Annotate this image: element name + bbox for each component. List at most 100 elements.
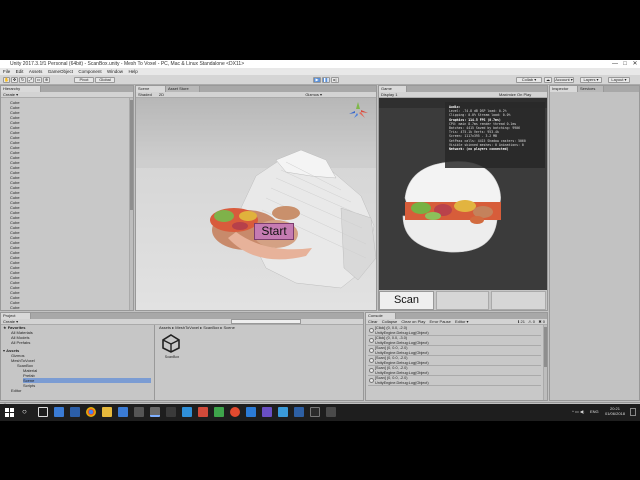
move-tool-icon[interactable]: ✥ xyxy=(11,77,18,83)
console-panel: Console Clear Collapse Clear on Play Err… xyxy=(365,312,548,401)
mail-icon[interactable] xyxy=(118,407,128,417)
maximize-button[interactable]: □ xyxy=(620,60,630,68)
display-dropdown[interactable]: Display 1 xyxy=(381,92,397,97)
menu-edit[interactable]: Edit xyxy=(16,69,24,74)
console-scrollbar[interactable] xyxy=(543,325,547,400)
tree-item-editor[interactable]: Editor xyxy=(11,388,21,393)
clock-date: 01/06/2018 xyxy=(604,411,626,416)
title-bar: Unity 2017.3.1f1 Personal (64bit) - Scan… xyxy=(0,60,640,68)
favorites-item-prefabs[interactable]: All Prefabs xyxy=(11,340,30,345)
cloud-icon[interactable]: ☁ xyxy=(544,77,552,83)
notifications-icon[interactable] xyxy=(630,408,636,416)
pivot-toggle[interactable]: Pivot xyxy=(74,77,94,83)
language-indicator[interactable]: ENG xyxy=(590,409,599,414)
info-icon xyxy=(369,328,374,333)
menu-component[interactable]: Component xyxy=(78,69,101,74)
unity-editor-window: Unity 2017.3.1f1 Personal (64bit) - Scan… xyxy=(0,60,640,421)
chrome-icon[interactable] xyxy=(86,407,96,417)
layout-dropdown[interactable]: Layout ▾ xyxy=(608,77,630,83)
console-warning-count[interactable]: ⚠ 0 xyxy=(528,319,535,325)
unity-taskbar-icon[interactable] xyxy=(150,407,160,417)
store-icon[interactable] xyxy=(182,407,192,417)
game-ui-button-3[interactable] xyxy=(491,291,546,310)
hierarchy-scrollbar[interactable] xyxy=(129,98,133,310)
windows-start-icon[interactable] xyxy=(5,408,15,418)
step-button-icon[interactable]: ▸| xyxy=(331,77,339,83)
app-icon-green[interactable] xyxy=(214,407,224,417)
calculator-icon[interactable] xyxy=(134,407,144,417)
app-icon-blue[interactable] xyxy=(246,407,256,417)
hierarchy-panel: Hierarchy Create ▾ Cube Cube Cube Cube Cube C… xyxy=(0,85,134,311)
tab-services[interactable]: Services xyxy=(578,86,604,92)
scene-viewport[interactable]: Start xyxy=(136,98,376,310)
orientation-gizmo-icon[interactable] xyxy=(346,100,370,122)
info-icon xyxy=(369,368,374,373)
menu-assets[interactable]: Assets xyxy=(29,69,43,74)
minimize-button[interactable]: — xyxy=(610,60,620,68)
scene-panel: Scene Asset Store Shaded 2D Gizmos ▾ Sta… xyxy=(135,85,377,311)
visual-studio-icon[interactable] xyxy=(262,407,272,417)
game-viewport[interactable]: Audio: Level: -74.8 dB DSP load: 0.2% Cl… xyxy=(379,98,547,310)
hierarchy-item[interactable]: Cube xyxy=(10,310,20,311)
scale-tool-icon[interactable]: ⤢ xyxy=(27,77,34,83)
console-row[interactable]: [Click] (0, 0.0, -3.0) UnityEngine.Debug:… xyxy=(368,336,541,346)
shading-mode-dropdown[interactable]: Shaded xyxy=(138,92,152,97)
clock[interactable]: 20:21 01/06/2018 xyxy=(604,406,626,416)
menu-window[interactable]: Window xyxy=(107,69,123,74)
terminal-icon[interactable] xyxy=(166,407,176,417)
pause-button-icon[interactable]: ❚❚ xyxy=(322,77,330,83)
console-row[interactable]: [Scan] (0, 0.0, -2.0) UnityEngine.Debug:L… xyxy=(368,356,541,366)
app-icon-red[interactable] xyxy=(198,407,208,417)
tab-inspector[interactable]: Inspector xyxy=(550,86,578,92)
tray-icons[interactable]: ^ ▭ ◀) xyxy=(572,409,584,414)
start-button[interactable]: Start xyxy=(254,223,294,240)
hand-tool-icon[interactable]: ✋ xyxy=(3,77,10,83)
assets-folder-icon: ▾ xyxy=(3,348,6,353)
console-clear-on-play-button[interactable]: Clear on Play xyxy=(401,319,425,324)
menu-bar: File Edit Assets GameObject Component Wi… xyxy=(0,68,640,75)
rect-tool-icon[interactable]: ▭ xyxy=(35,77,42,83)
hierarchy-create-button[interactable]: Create ▾ xyxy=(3,92,18,97)
edge-icon[interactable] xyxy=(54,407,64,417)
project-create-button[interactable]: Create ▾ xyxy=(3,319,18,324)
account-dropdown[interactable]: Account ▾ xyxy=(554,77,574,83)
layers-dropdown[interactable]: Layers ▾ xyxy=(580,77,602,83)
game-ui-button-2[interactable] xyxy=(436,291,489,310)
word-icon[interactable] xyxy=(294,407,304,417)
2d-toggle[interactable]: 2D xyxy=(159,92,164,97)
console-editor-dropdown[interactable]: Editor ▾ xyxy=(455,319,469,324)
file-explorer-icon[interactable] xyxy=(102,407,112,417)
search-icon[interactable]: ○ xyxy=(22,407,32,417)
media-icon[interactable] xyxy=(230,407,240,417)
console-info-count[interactable]: ℹ 21 xyxy=(518,319,525,325)
app-icon-dark[interactable] xyxy=(310,407,320,417)
console-error-pause-button[interactable]: Error Pause xyxy=(430,319,451,324)
app-icon-grey[interactable] xyxy=(326,407,336,417)
project-search-input[interactable] xyxy=(231,319,301,324)
collab-dropdown[interactable]: Collab ▾ xyxy=(516,77,542,83)
close-button[interactable]: ✕ xyxy=(630,60,640,68)
menu-help[interactable]: Help xyxy=(128,69,137,74)
scene-asset[interactable]: ScanBox xyxy=(161,333,183,361)
play-button-icon[interactable]: ▶ xyxy=(313,77,321,83)
task-view-icon[interactable] xyxy=(38,407,48,417)
console-row[interactable]: [Scan] (0, 0.0, -2.0) UnityEngine.Debug:L… xyxy=(368,376,541,386)
console-row[interactable]: [Scan] (0, 0.0, -2.0) UnityEngine.Debug:L… xyxy=(368,346,541,356)
menu-gameobject[interactable]: GameObject xyxy=(48,69,73,74)
console-row-trace: UnityEngine.Debug:Log(Object) xyxy=(375,340,429,345)
global-toggle[interactable]: Global xyxy=(95,77,115,83)
menu-file[interactable]: File xyxy=(3,69,10,74)
project-breadcrumb[interactable]: Assets ▸ MeshToVoxel ▸ ScanBox ▸ Scene xyxy=(157,325,363,331)
photos-icon[interactable] xyxy=(278,407,288,417)
tree-item-scripts[interactable]: Scripts xyxy=(23,383,35,388)
tree-item-scene[interactable]: Scene xyxy=(23,378,151,383)
console-row[interactable]: [Scan] (0, 0.0, -2.0) UnityEngine.Debug:L… xyxy=(368,366,541,376)
ie-icon[interactable] xyxy=(70,407,80,417)
windows-taskbar: ○ ^ ▭ ◀) ENG 20:21 01/06/2018 xyxy=(0,404,640,421)
console-collapse-button[interactable]: Collapse xyxy=(382,319,398,324)
console-clear-button[interactable]: Clear xyxy=(368,319,378,324)
rotate-tool-icon[interactable]: ↻ xyxy=(19,77,26,83)
console-row[interactable]: [Click] (0, 0.0, -2.0) UnityEngine.Debug:… xyxy=(368,326,541,336)
scan-button[interactable]: Scan xyxy=(379,291,434,310)
transform-tool-icon[interactable]: ⊕ xyxy=(43,77,50,83)
